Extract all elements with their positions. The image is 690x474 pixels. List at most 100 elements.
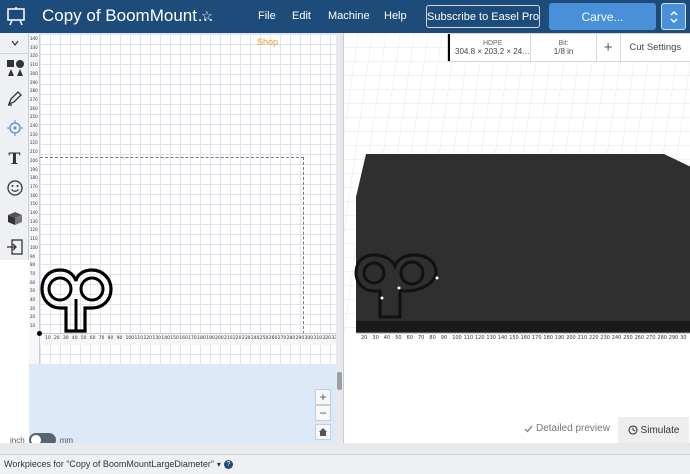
y-ruler-tick: 190	[30, 166, 38, 172]
detailed-preview-toggle[interactable]: Detailed preview	[524, 423, 610, 434]
x-axis-3d-tick: 250	[623, 335, 633, 341]
import-icon[interactable]	[0, 233, 29, 260]
box-icon[interactable]	[0, 203, 29, 233]
zoom-in-icon[interactable]: +	[315, 389, 331, 405]
x-ruler-tick: 210	[224, 336, 233, 341]
material-selector[interactable]: HDPE 304.8 × 203.2 × 24…	[448, 34, 532, 61]
material-info-bar: HDPE 304.8 × 203.2 × 24… Bit: 1/8 in + C…	[447, 33, 690, 62]
y-ruler-tick: 80	[30, 262, 36, 268]
pen-icon[interactable]	[0, 83, 29, 113]
x-axis-3d-tick: 30	[680, 335, 687, 341]
x-ruler-tick: 180	[197, 336, 206, 341]
x-ruler-tick: 200	[215, 336, 224, 341]
x-ruler-tick: 120	[143, 336, 153, 341]
shapes-icon[interactable]	[0, 53, 29, 83]
app-header: Copy of BoomMount… ☆ File Edit Machine H…	[0, 0, 690, 33]
x-ruler-tick: 270	[277, 336, 287, 341]
y-ruler-tick: 290	[30, 79, 38, 85]
target-icon[interactable]	[0, 113, 29, 143]
expand-icon[interactable]	[661, 3, 686, 30]
add-bit-button[interactable]: +	[597, 34, 621, 61]
workpieces-label[interactable]: Workpieces for “Copy of BoomMountLargeDi…	[4, 459, 214, 469]
text-icon[interactable]: T	[0, 143, 29, 173]
carve-button[interactable]: Carve...	[549, 3, 656, 30]
design-canvas[interactable]: 340 330 320 310 300 290 280 270 260 250 240 230 220 2…	[29, 33, 336, 443]
menu-file[interactable]: File	[258, 10, 276, 22]
y-ruler-tick: 20	[30, 314, 36, 320]
x-axis-3d-tick: 240	[611, 335, 622, 341]
y-ruler-tick: 130	[30, 218, 38, 224]
x-ruler-tick: 310	[313, 336, 323, 341]
y-ruler-tick: 300	[30, 70, 38, 76]
y-ruler-tick: 240	[30, 123, 38, 128]
y-ruler-tick: 210	[30, 149, 38, 155]
x-axis-3d-tick: 90	[440, 335, 448, 341]
y-ruler-tick: 220	[30, 140, 38, 146]
workpieces-bar[interactable]: Workpieces for “Copy of BoomMountLargeDi…	[0, 454, 690, 474]
x-axis-3d-tick: 140	[497, 335, 508, 341]
x-ruler-tick: 160	[179, 336, 188, 341]
y-ruler-tick: 320	[30, 53, 38, 59]
menu-edit[interactable]: Edit	[292, 10, 311, 22]
menu-machine[interactable]: Machine	[328, 10, 370, 22]
y-ruler-tick: 120	[30, 227, 38, 233]
x-ruler-tick: 130	[152, 336, 161, 341]
cut-settings-button[interactable]: Cut Settings	[621, 34, 690, 61]
project-title[interactable]: Copy of BoomMount…	[42, 6, 214, 26]
chevron-down-icon[interactable]: ▾	[217, 460, 221, 469]
x-ruler-tick: 170	[188, 336, 197, 341]
x-ruler-tick: 220	[232, 336, 242, 341]
y-ruler-tick: 100	[30, 244, 38, 250]
simulate-button[interactable]: Simulate	[618, 417, 689, 443]
x-axis-3d-tick: 120	[475, 335, 485, 341]
home-icon[interactable]	[315, 424, 331, 440]
y-ruler-tick: 110	[30, 236, 38, 242]
y-ruler-tick: 140	[30, 210, 38, 215]
x-axis-3d-tick: 80	[429, 335, 436, 341]
panel-footer-strip	[0, 443, 690, 454]
x-ruler-tick: 100	[125, 336, 135, 341]
clock-icon	[627, 425, 638, 435]
boom-mount-design[interactable]	[40, 265, 115, 337]
y-ruler-tick: 340	[30, 36, 38, 41]
x-axis-3d-tick: 20	[361, 335, 368, 341]
y-ruler-tick: 50	[30, 288, 36, 294]
x-axis-3d-tick: 50	[395, 335, 402, 341]
y-ruler-tick: 260	[30, 105, 38, 111]
x-ruler-tick: 190	[206, 336, 215, 341]
y-ruler-tick: 280	[30, 88, 38, 94]
y-ruler: 340 330 320 310 300 290 280 270 260 250 240 230 220 2…	[29, 34, 40, 364]
emoji-icon[interactable]	[0, 173, 29, 203]
shop-link[interactable]: Shop	[257, 37, 278, 47]
bit-selector[interactable]: Bit: 1/8 in	[531, 34, 597, 61]
y-ruler-tick: 150	[30, 201, 38, 207]
easel-app-icon[interactable]	[6, 6, 26, 26]
x-axis-3d-tick: 130	[486, 335, 496, 341]
x-axis-3d-tick: 260	[634, 335, 645, 341]
dropdown-icon[interactable]	[0, 33, 29, 53]
star-icon[interactable]: ☆	[201, 8, 213, 24]
preview-3d-panel: 20 30 40 50 60 70 80 90 100 110 120 130 140 150 160 170…	[343, 33, 690, 443]
y-ruler-tick: 70	[30, 270, 36, 276]
x-axis-3d-tick: 160	[520, 335, 531, 341]
x-axis-3d-tick: 100	[452, 335, 462, 341]
y-ruler-tick: 330	[30, 44, 38, 50]
y-ruler-tick: 170	[30, 183, 38, 189]
subscribe-button[interactable]: Subscribe to Easel Pro	[426, 5, 540, 28]
y-ruler-tick: 250	[30, 114, 38, 120]
x-ruler-tick: 300	[304, 336, 314, 341]
material-size: 304.8 × 203.2 × 24…	[455, 46, 531, 56]
canvas-scrollbar[interactable]	[337, 372, 342, 390]
detailed-preview-label: Detailed preview	[536, 423, 610, 434]
y-ruler-tick: 30	[30, 305, 36, 311]
check-icon	[524, 425, 533, 433]
material-3d-view[interactable]	[344, 33, 690, 417]
help-icon[interactable]: ?	[223, 460, 233, 470]
menu-help[interactable]: Help	[384, 10, 407, 22]
zoom-out-icon[interactable]: −	[315, 405, 331, 421]
x-axis-3d-tick: 210	[577, 335, 588, 341]
origin-marker	[37, 331, 42, 336]
x-ruler-tick: 250	[259, 336, 269, 341]
y-ruler-tick: 60	[30, 279, 36, 285]
bit-label: Bit:	[558, 39, 569, 47]
